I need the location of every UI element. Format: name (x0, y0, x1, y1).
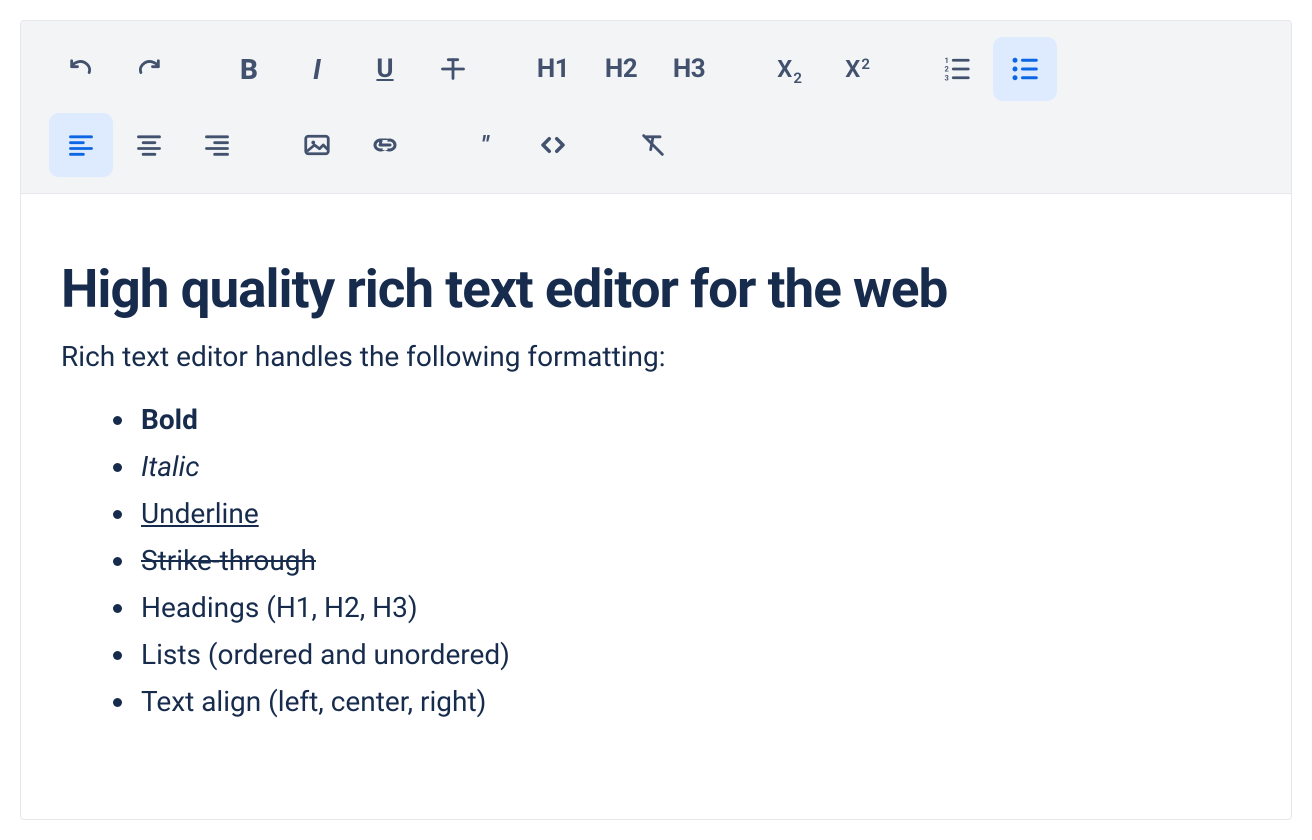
list-item: Lists (ordered and unordered) (137, 638, 1251, 671)
svg-text:2: 2 (945, 65, 950, 74)
align-right-button[interactable] (185, 113, 249, 177)
svg-text:1: 1 (945, 56, 949, 65)
redo-button[interactable] (117, 37, 181, 101)
h2-button[interactable]: H2 (589, 37, 653, 101)
rich-text-editor: B I U H1 (20, 20, 1292, 820)
image-icon (302, 130, 332, 160)
redo-icon (135, 55, 163, 83)
list-item-text: Lists (ordered and unordered) (141, 638, 510, 671)
italic-button[interactable]: I (285, 37, 349, 101)
h2-icon: H2 (605, 54, 637, 84)
list-item-text: Text align (left, center, right) (141, 685, 486, 718)
code-button[interactable] (521, 113, 585, 177)
strikethrough-button[interactable] (421, 37, 485, 101)
underline-button[interactable]: U (353, 37, 417, 101)
editor-content[interactable]: High quality rich text editor for the we… (21, 194, 1291, 802)
clear-formatting-button[interactable] (621, 113, 685, 177)
bold-button[interactable]: B (217, 37, 281, 101)
clear-format-icon (639, 131, 667, 159)
align-right-icon (203, 131, 231, 159)
code-icon (538, 130, 568, 160)
h1-icon: H1 (537, 54, 569, 84)
link-button[interactable] (353, 113, 417, 177)
toolbar: B I U H1 (21, 21, 1291, 194)
list-item-text: Strike-through (141, 544, 316, 577)
h1-button[interactable]: H1 (521, 37, 585, 101)
list-item-text: Underline (141, 497, 259, 530)
strikethrough-icon (439, 55, 467, 83)
link-icon (370, 130, 400, 160)
superscript-icon: X2 (845, 55, 869, 83)
superscript-button[interactable]: X2 (825, 37, 889, 101)
unordered-list-icon (1010, 54, 1040, 84)
list-item: Bold (137, 403, 1251, 436)
list-item: Text align (left, center, right) (137, 685, 1251, 718)
underline-icon: U (376, 54, 393, 84)
align-left-icon (67, 131, 95, 159)
list-item: Headings (H1, H2, H3) (137, 591, 1251, 624)
blockquote-button[interactable]: ″ (453, 113, 517, 177)
undo-icon (67, 55, 95, 83)
content-list: Bold Italic Underline Strike-through Heading… (61, 403, 1251, 718)
h3-button[interactable]: H3 (657, 37, 721, 101)
list-item: Strike-through (137, 544, 1251, 577)
content-title: High quality rich text editor for the we… (61, 258, 1251, 320)
list-item: Italic (137, 450, 1251, 483)
ordered-list-icon: 1 2 3 (942, 54, 972, 84)
list-item: Underline (137, 497, 1251, 530)
quote-icon: ″ (481, 131, 488, 159)
undo-button[interactable] (49, 37, 113, 101)
svg-text:3: 3 (945, 73, 949, 82)
content-intro: Rich text editor handles the following f… (61, 340, 1251, 373)
align-center-icon (135, 131, 163, 159)
unordered-list-button[interactable] (993, 37, 1057, 101)
subscript-button[interactable]: X2 (757, 37, 821, 101)
align-center-button[interactable] (117, 113, 181, 177)
align-left-button[interactable] (49, 113, 113, 177)
ordered-list-button[interactable]: 1 2 3 (925, 37, 989, 101)
bold-icon: B (240, 53, 258, 86)
list-item-text: Headings (H1, H2, H3) (141, 591, 418, 624)
list-item-text: Bold (141, 403, 198, 436)
subscript-icon: X2 (777, 55, 801, 83)
italic-icon: I (313, 53, 321, 86)
list-item-text: Italic (141, 450, 199, 483)
h3-icon: H3 (673, 54, 705, 84)
image-button[interactable] (285, 113, 349, 177)
